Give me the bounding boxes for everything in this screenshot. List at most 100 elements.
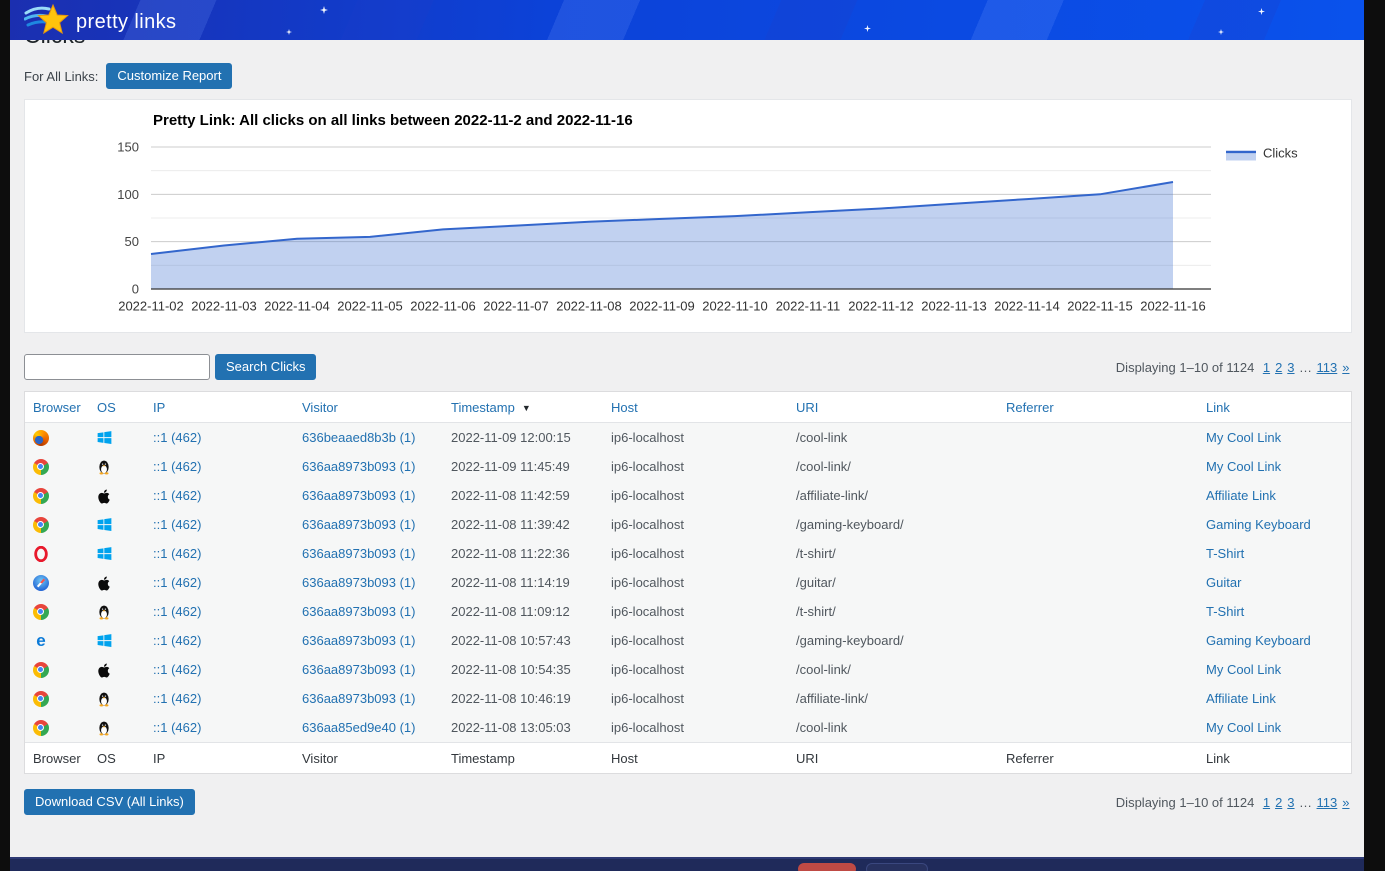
opera-browser-icon	[33, 546, 49, 562]
promo-red-button[interactable]	[798, 863, 856, 871]
sort-link-timestamp[interactable]: Timestamp	[451, 400, 515, 415]
visitor-link[interactable]: 636aa8973b093 (1)	[302, 633, 416, 648]
ip-link[interactable]: ::1 (462)	[153, 575, 201, 590]
ip-link[interactable]: ::1 (462)	[153, 691, 201, 706]
sparkle-icon	[320, 6, 328, 14]
footer-sort-link-host[interactable]: Host	[611, 751, 638, 766]
pretty-link-link[interactable]: My Cool Link	[1206, 430, 1281, 445]
browser-cell	[25, 713, 89, 743]
ip-link[interactable]: ::1 (462)	[153, 633, 201, 648]
page-link-2[interactable]: 2	[1275, 360, 1282, 375]
chrome-browser-icon	[33, 720, 49, 736]
ip-link[interactable]: ::1 (462)	[153, 517, 201, 532]
sort-link-visitor[interactable]: Visitor	[302, 400, 338, 415]
svg-text:2022-11-15: 2022-11-15	[1067, 299, 1133, 314]
pretty-links-header-banner: pretty links	[10, 0, 1364, 40]
search-input[interactable]	[24, 354, 210, 380]
sort-link-uri[interactable]: URI	[796, 400, 818, 415]
visitor-link[interactable]: 636beaaed8b3b (1)	[302, 430, 416, 445]
table-row: ::1 (462)636aa8973b093 (1)2022-11-08 10:…	[25, 684, 1351, 713]
visitor-link[interactable]: 636aa8973b093 (1)	[302, 691, 416, 706]
page-link-»[interactable]: »	[1342, 795, 1349, 810]
sort-desc-icon: ▼	[522, 403, 531, 413]
sort-link-os[interactable]: OS	[97, 400, 116, 415]
ip-cell: ::1 (462)	[145, 626, 294, 655]
promo-dark-button[interactable]	[866, 863, 928, 871]
sort-link-referrer[interactable]: Referrer	[1006, 400, 1054, 415]
sparkle-icon	[864, 25, 871, 32]
page-link-113[interactable]: 113	[1317, 360, 1338, 375]
footer-sort-link-link[interactable]: Link	[1206, 751, 1230, 766]
pretty-link-link[interactable]: Gaming Keyboard	[1206, 517, 1311, 532]
visitor-link[interactable]: 636aa8973b093 (1)	[302, 604, 416, 619]
pretty-link-link[interactable]: My Cool Link	[1206, 720, 1281, 735]
visitor-link[interactable]: 636aa8973b093 (1)	[302, 575, 416, 590]
pretty-link-link[interactable]: Affiliate Link	[1206, 691, 1276, 706]
ip-link[interactable]: ::1 (462)	[153, 459, 201, 474]
ip-link[interactable]: ::1 (462)	[153, 720, 201, 735]
visitor-link[interactable]: 636aa8973b093 (1)	[302, 517, 416, 532]
svg-text:2022-11-05: 2022-11-05	[337, 299, 403, 314]
download-csv-button[interactable]: Download CSV (All Links)	[24, 789, 195, 815]
os-cell	[89, 539, 145, 568]
visitor-link[interactable]: 636aa8973b093 (1)	[302, 546, 416, 561]
timestamp-cell: 2022-11-08 11:14:19	[443, 568, 603, 597]
table-row: ::1 (462)636aa8973b093 (1)2022-11-08 11:…	[25, 510, 1351, 539]
displaying-count: Displaying 1–10 of 1124	[1116, 360, 1255, 375]
svg-text:150: 150	[117, 140, 139, 155]
visitor-link[interactable]: 636aa8973b093 (1)	[302, 662, 416, 677]
visitor-link[interactable]: 636aa85ed9e40 (1)	[302, 720, 416, 735]
page-link-113[interactable]: 113	[1317, 795, 1338, 810]
page-link-1[interactable]: 1	[1263, 795, 1270, 810]
link-cell: My Cool Link	[1198, 655, 1351, 684]
pretty-link-link[interactable]: Guitar	[1206, 575, 1241, 590]
sort-link-host[interactable]: Host	[611, 400, 638, 415]
visitor-cell: 636aa85ed9e40 (1)	[294, 713, 443, 743]
customize-report-button[interactable]: Customize Report	[106, 63, 232, 89]
footer-sort-link-uri[interactable]: URI	[796, 751, 818, 766]
footer-sort-link-ip[interactable]: IP	[153, 751, 165, 766]
ip-link[interactable]: ::1 (462)	[153, 546, 201, 561]
pretty-link-link[interactable]: My Cool Link	[1206, 459, 1281, 474]
column-header-uri: URI	[788, 392, 998, 423]
sort-link-link[interactable]: Link	[1206, 400, 1230, 415]
sort-link-ip[interactable]: IP	[153, 400, 165, 415]
table-row: ::1 (462)636aa8973b093 (1)2022-11-08 11:…	[25, 539, 1351, 568]
search-clicks-button[interactable]: Search Clicks	[215, 354, 316, 380]
footer-sort-link-os[interactable]: OS	[97, 751, 116, 766]
column-header-visitor: Visitor	[294, 392, 443, 423]
visitor-link[interactable]: 636aa8973b093 (1)	[302, 488, 416, 503]
pretty-link-link[interactable]: Affiliate Link	[1206, 488, 1276, 503]
footer-sort-link-timestamp[interactable]: Timestamp	[451, 751, 515, 766]
footer-sort-link-referrer[interactable]: Referrer	[1006, 751, 1054, 766]
page-link-3[interactable]: 3	[1287, 360, 1294, 375]
ip-link[interactable]: ::1 (462)	[153, 430, 201, 445]
page-link-1[interactable]: 1	[1263, 360, 1270, 375]
svg-text:100: 100	[117, 187, 139, 202]
link-cell: Guitar	[1198, 568, 1351, 597]
svg-text:2022-11-14: 2022-11-14	[994, 299, 1060, 314]
pretty-link-link[interactable]: My Cool Link	[1206, 662, 1281, 677]
linux-os-icon	[97, 720, 113, 736]
link-cell: Affiliate Link	[1198, 684, 1351, 713]
firefox-browser-icon	[33, 430, 49, 446]
page-link-»[interactable]: »	[1342, 360, 1349, 375]
pretty-link-link[interactable]: T-Shirt	[1206, 546, 1244, 561]
footer-sort-link-visitor[interactable]: Visitor	[302, 751, 338, 766]
page-link-2[interactable]: 2	[1275, 795, 1282, 810]
page-link-3[interactable]: 3	[1287, 795, 1294, 810]
pretty-link-link[interactable]: T-Shirt	[1206, 604, 1244, 619]
sort-link-browser[interactable]: Browser	[33, 400, 81, 415]
ip-link[interactable]: ::1 (462)	[153, 662, 201, 677]
pretty-link-link[interactable]: Gaming Keyboard	[1206, 633, 1311, 648]
svg-text:2022-11-09: 2022-11-09	[629, 299, 695, 314]
pretty-links-logo[interactable]: pretty links	[24, 3, 176, 40]
ip-cell: ::1 (462)	[145, 713, 294, 743]
table-row: e::1 (462)636aa8973b093 (1)2022-11-08 10…	[25, 626, 1351, 655]
clicks-table-card: Browser OS IP Visitor Timestamp ▼ Host URI Refer…	[24, 391, 1352, 774]
visitor-link[interactable]: 636aa8973b093 (1)	[302, 459, 416, 474]
ip-link[interactable]: ::1 (462)	[153, 488, 201, 503]
footer-sort-link-browser[interactable]: Browser	[33, 751, 81, 766]
column-header-link: Link	[1198, 392, 1351, 423]
ip-link[interactable]: ::1 (462)	[153, 604, 201, 619]
